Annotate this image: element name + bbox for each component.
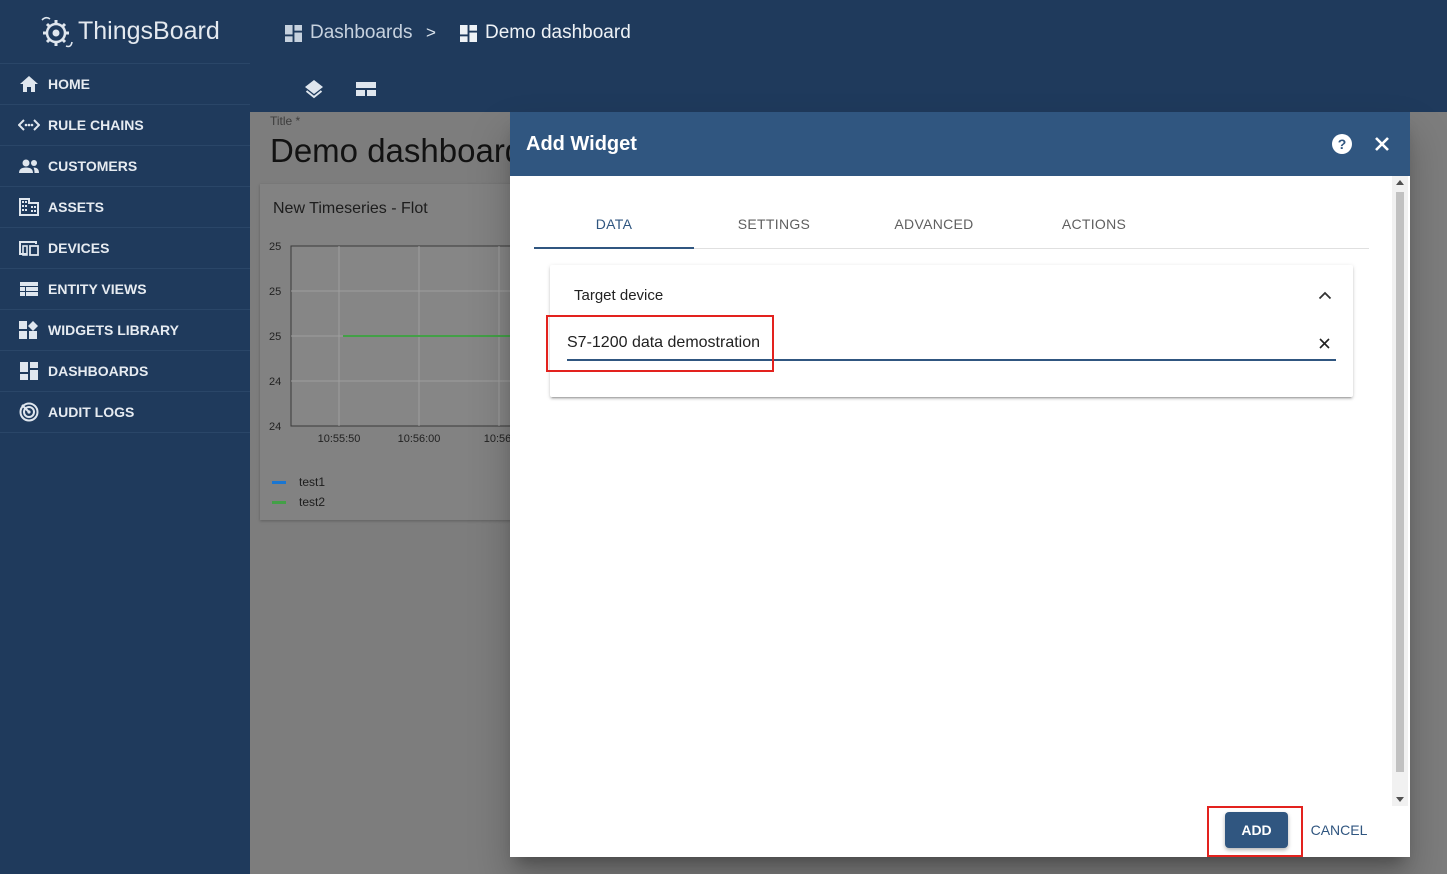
legend-swatch (272, 480, 286, 484)
top-bar: Dashboards > Demo dashboard (250, 0, 1447, 112)
tab-data[interactable]: DATA (534, 199, 694, 249)
scroll-thumb[interactable] (1396, 192, 1404, 772)
dashboards-icon (18, 361, 40, 381)
legend-item: test2 (272, 492, 325, 512)
sidebar-item-label: CUSTOMERS (48, 158, 138, 174)
dialog-tabs: DATA SETTINGS ADVANCED ACTIONS (534, 199, 1369, 249)
legend-item: test1 (272, 472, 325, 492)
add-widget-dialog: Add Widget ? DATA SETTINGS ADVANCED ACTI… (510, 112, 1410, 857)
x-tick-label: 10:55:50 (318, 433, 361, 445)
sidebar-item-label: ENTITY VIEWS (48, 281, 147, 297)
sidebar-item-rule-chains[interactable]: RULE CHAINS (0, 105, 250, 146)
sidebar-item-audit-logs[interactable]: AUDIT LOGS (0, 392, 250, 433)
breadcrumb-label: Demo dashboard (485, 22, 631, 43)
x-tick-label: 10:56:00 (398, 433, 441, 445)
customers-icon (18, 156, 40, 176)
sidebar-item-entity-views[interactable]: ENTITY VIEWS (0, 269, 250, 310)
target-device-field (567, 327, 1336, 361)
y-tick-label: 25 (269, 286, 281, 298)
y-tick-label: 25 (269, 241, 281, 253)
sidebar-item-label: HOME (48, 76, 90, 92)
breadcrumb-separator: > (426, 23, 436, 42)
svg-text:?: ? (1338, 136, 1347, 152)
assets-icon (18, 197, 40, 217)
y-tick-label: 24 (269, 376, 281, 388)
sidebar: ThingsBoard HOME RULE CHAINS CUSTOMERS A… (0, 0, 250, 874)
breadcrumb-dashboards[interactable]: Dashboards (284, 20, 412, 46)
sidebar-item-label: ASSETS (48, 199, 105, 215)
timeseries-chart: 252525242410:55:50 10:56:00 10:56: (269, 241, 520, 445)
dialog-scrollbar[interactable] (1392, 176, 1408, 806)
sidebar-item-label: AUDIT LOGS (48, 404, 135, 420)
y-tick-label: 24 (269, 421, 281, 433)
sidebar-item-home[interactable]: HOME (0, 64, 250, 105)
app-name: ThingsBoard (78, 17, 220, 45)
sidebar-item-label: DASHBOARDS (48, 363, 149, 379)
panel-title: Target device (574, 287, 664, 304)
breadcrumb-label: Dashboards (310, 22, 413, 43)
dashboard-title-label: Title * (270, 114, 301, 128)
audit-logs-icon (18, 402, 40, 422)
chart-legend: test1 test2 (272, 472, 325, 512)
scroll-up-icon[interactable] (1396, 180, 1404, 185)
widgets-library-icon (18, 320, 40, 340)
scroll-down-icon[interactable] (1396, 797, 1404, 802)
widget-title: New Timeseries - Flot (273, 200, 428, 217)
tab-actions[interactable]: ACTIONS (1014, 199, 1174, 248)
sidebar-item-label: WIDGETS LIBRARY (48, 322, 179, 338)
thingsboard-logo-icon (41, 16, 73, 47)
sidebar-item-widgets-library[interactable]: WIDGETS LIBRARY (0, 310, 250, 351)
sidebar-item-dashboards[interactable]: DASHBOARDS (0, 351, 250, 392)
close-icon[interactable] (1370, 132, 1394, 156)
sidebar-item-label: DEVICES (48, 240, 110, 256)
add-button[interactable]: ADD (1225, 812, 1288, 848)
sidebar-item-assets[interactable]: ASSETS (0, 187, 250, 228)
timeseries-widget[interactable]: New Timeseries - Flot 25 25 25 24 24 10:55:50… (260, 184, 520, 520)
target-device-panel: Target device (550, 265, 1353, 397)
dialog-title: Add Widget (526, 132, 637, 155)
rule-chains-icon (18, 115, 40, 135)
legend-label: test1 (299, 475, 326, 489)
breadcrumb-demo-dashboard: Demo dashboard (459, 20, 631, 46)
tab-advanced[interactable]: ADVANCED (854, 199, 1014, 248)
sidebar-item-customers[interactable]: CUSTOMERS (0, 146, 250, 187)
sidebar-item-devices[interactable]: DEVICES (0, 228, 250, 269)
sidebar-item-label: RULE CHAINS (48, 117, 144, 133)
tab-settings[interactable]: SETTINGS (694, 199, 854, 248)
layout-icon[interactable] (354, 78, 378, 100)
y-tick-label: 25 (269, 331, 281, 343)
help-icon[interactable]: ? (1330, 132, 1354, 156)
legend-swatch (272, 500, 286, 504)
clear-icon[interactable] (1316, 335, 1332, 351)
home-icon (18, 74, 40, 94)
app-logo[interactable]: ThingsBoard (0, 0, 250, 64)
dialog-header: Add Widget ? (510, 112, 1410, 176)
chevron-up-icon[interactable] (1315, 285, 1335, 305)
devices-icon (18, 238, 40, 258)
layers-icon[interactable] (302, 78, 326, 100)
dashboards-icon (285, 24, 302, 42)
cancel-button[interactable]: CANCEL (1303, 812, 1375, 848)
dashboard-title[interactable]: Demo dashboard (270, 132, 523, 170)
target-device-input[interactable] (567, 334, 1297, 352)
dashboards-icon (460, 24, 477, 42)
legend-label: test2 (299, 495, 326, 509)
entity-views-icon (18, 279, 40, 299)
